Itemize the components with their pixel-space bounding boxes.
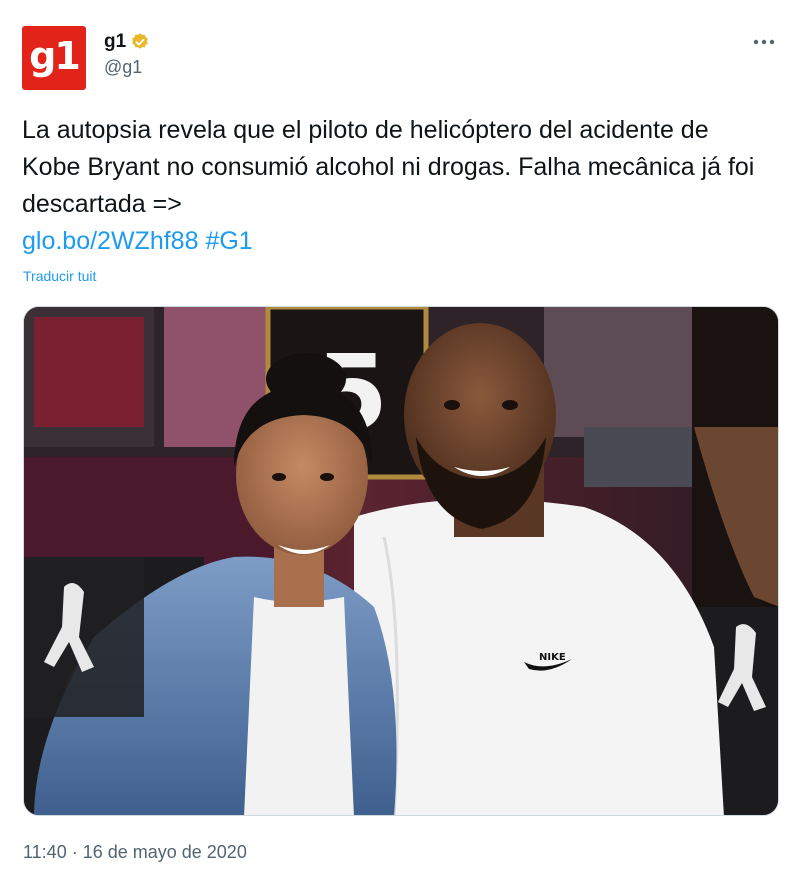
translate-tweet-link[interactable]: Traducir tuit: [23, 268, 96, 284]
tweet-body: La autopsia revela que el piloto de heli…: [22, 112, 762, 260]
shirt-logo: NIKE: [539, 652, 566, 663]
ellipsis-icon: [753, 39, 775, 45]
display-name[interactable]: g1: [104, 31, 126, 53]
avatar-logo-text: g1: [29, 34, 81, 78]
more-options-icon[interactable]: [750, 32, 778, 52]
display-name-row: g1: [104, 30, 150, 54]
tweet-link[interactable]: glo.bo/2WZhf88: [22, 227, 199, 255]
avatar[interactable]: g1: [22, 26, 86, 90]
verified-badge-icon: [132, 33, 149, 49]
tweet-photo[interactable]: 5 NIKE: [23, 306, 779, 816]
tweet-timestamp[interactable]: 11:40 · 16 de mayo de 2020: [23, 842, 247, 863]
tweet-text: La autopsia revela que el piloto de heli…: [22, 116, 755, 218]
author-handle[interactable]: @g1: [104, 57, 150, 78]
author-names: g1 @g1: [104, 30, 150, 78]
tweet-card: g1 g1 @g1 La autopsia revela que el pilo…: [0, 0, 800, 869]
hashtag-link[interactable]: #G1: [205, 227, 252, 255]
tweet-header: g1 g1 @g1: [22, 26, 782, 90]
photo-illustration: 5 NIKE: [24, 307, 778, 815]
